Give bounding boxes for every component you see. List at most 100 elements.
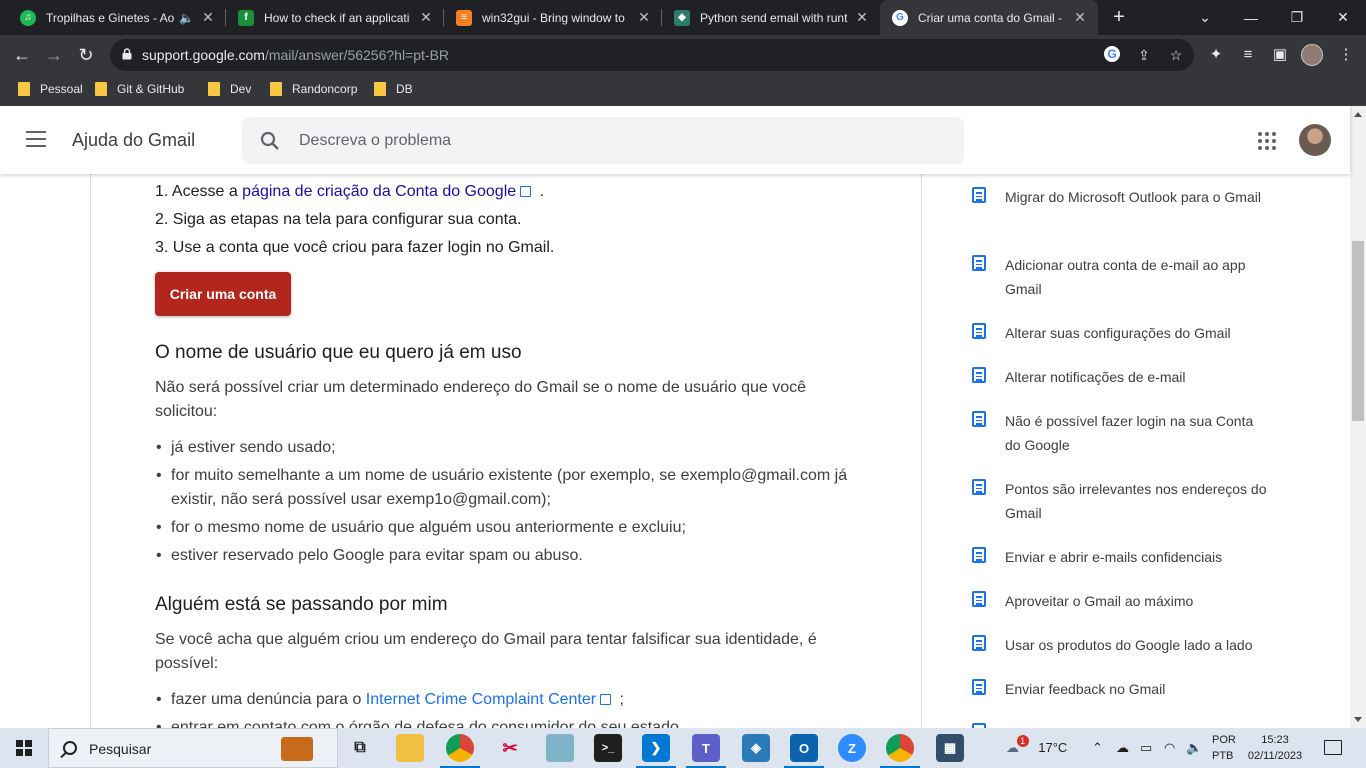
forward-icon[interactable]: →: [40, 41, 68, 69]
tab-strip: ♫ Tropilhas e Ginetes - Ao 🔈 ✕ f How to …: [0, 0, 1366, 35]
notification-center-icon[interactable]: [1324, 740, 1342, 755]
close-window-icon[interactable]: ✕: [1320, 0, 1366, 35]
chrome-icon[interactable]: [440, 734, 480, 768]
media-controls-icon[interactable]: ≡: [1238, 45, 1258, 65]
document-icon: [972, 479, 986, 495]
close-tab-icon[interactable]: ✕: [200, 9, 216, 26]
volume-icon[interactable]: 🔈: [1186, 740, 1202, 756]
bookmark-folder[interactable]: Randoncorp: [270, 82, 357, 96]
folder-icon: [18, 82, 30, 96]
folder-icon: [208, 82, 220, 96]
minimize-icon[interactable]: —: [1228, 0, 1274, 35]
system-clock[interactable]: 15:23 02/11/2023: [1240, 732, 1310, 764]
help-search-input[interactable]: Descreva o problema: [242, 117, 964, 164]
notepad-icon[interactable]: [546, 734, 574, 762]
related-articles-sidebar: Migrar do Microsoft Outlook para o Gmail…: [922, 174, 1350, 728]
bookmark-folder[interactable]: Pessoal: [18, 82, 83, 96]
account-avatar[interactable]: [1299, 124, 1331, 156]
google-apps-icon[interactable]: [1258, 132, 1276, 150]
outlook-icon[interactable]: O: [784, 734, 824, 768]
extensions-icon[interactable]: ✦: [1206, 45, 1226, 65]
page-scrollbar[interactable]: [1350, 106, 1366, 728]
external-link-icon: [600, 694, 612, 705]
section-heading: Alguém está se passando por mim: [155, 594, 448, 615]
vscode-icon[interactable]: ❯: [636, 734, 676, 768]
create-account-page-link[interactable]: página de criação da Conta do Google: [242, 183, 516, 200]
section-paragraph: Se você acha que alguém criou um endereç…: [155, 631, 817, 672]
section-paragraph: Não será possível criar um determinado e…: [155, 379, 807, 420]
reload-icon[interactable]: ↻: [72, 41, 100, 69]
bullet-list: já estiver sendo usado; for muito semelh…: [155, 436, 855, 572]
terminal-icon[interactable]: >_: [594, 734, 622, 762]
tab-title: win32gui - Bring window to: [482, 10, 625, 25]
search-placeholder: Descreva o problema: [299, 132, 452, 149]
show-hidden-icons-icon[interactable]: ⌃: [1092, 740, 1103, 756]
back-icon[interactable]: ←: [8, 41, 36, 69]
weather-widget[interactable]: ☁ 1 17°C: [1006, 735, 1067, 756]
step-2: 2. Siga as etapas na tela para configura…: [155, 211, 522, 228]
lock-icon: [122, 48, 132, 60]
tab-stackoverflow[interactable]: ≡ win32gui - Bring window to ✕: [444, 0, 662, 35]
stackoverflow-icon: ≡: [456, 9, 472, 26]
create-account-button[interactable]: Criar uma conta: [155, 272, 291, 316]
language-indicator[interactable]: POR PTB: [1212, 732, 1236, 764]
close-tab-icon[interactable]: ✕: [854, 9, 870, 26]
tab-python-email[interactable]: ◆ Python send email with runt ✕: [662, 0, 880, 35]
tab-gmail-help[interactable]: G Criar uma conta do Gmail - ✕: [880, 0, 1098, 35]
share-icon[interactable]: ⇪: [1134, 45, 1154, 65]
document-icon: [972, 547, 986, 563]
tab-stackexchange[interactable]: f How to check if an applicati ✕: [226, 0, 444, 35]
bookmark-folder[interactable]: Git & GitHub: [95, 82, 184, 96]
address-bar[interactable]: support.google.com/mail/answer/56256?hl=…: [110, 39, 1194, 71]
snipping-tool-icon[interactable]: ✂: [496, 734, 524, 762]
speaker-icon[interactable]: 🔈: [179, 11, 194, 25]
restore-icon[interactable]: ❐: [1274, 0, 1320, 35]
wifi-icon[interactable]: ◠: [1164, 740, 1175, 756]
bookmark-folder[interactable]: Dev: [208, 82, 251, 96]
list-item: entrar em contato com o órgão de defesa …: [155, 716, 855, 728]
document-icon: [972, 187, 986, 203]
close-tab-icon[interactable]: ✕: [636, 9, 652, 26]
scroll-up-icon[interactable]: [1354, 112, 1362, 117]
folder-icon: [270, 82, 282, 96]
steps-list: 1. Acesse a página de criação da Conta d…: [155, 183, 554, 267]
task-view-icon[interactable]: ⧉: [346, 734, 374, 762]
step-3: 3. Use a conta que você criou para fazer…: [155, 239, 555, 256]
tab-search-icon[interactable]: ⌄: [1182, 0, 1228, 35]
site-favicon-icon: f: [238, 9, 254, 26]
document-icon: [972, 411, 986, 427]
security-shield-icon[interactable]: ◈: [742, 734, 770, 762]
site-favicon-icon: ◆: [674, 9, 690, 26]
section-heading: O nome de usuário que eu quero já em uso: [155, 342, 522, 363]
onedrive-icon[interactable]: ☁: [1116, 740, 1129, 756]
close-tab-icon[interactable]: ✕: [1072, 9, 1088, 26]
google-lens-icon[interactable]: G: [1102, 45, 1122, 65]
windows-start-icon[interactable]: [16, 740, 32, 756]
scrollbar-thumb[interactable]: [1352, 241, 1364, 421]
side-panel-icon[interactable]: ▣: [1270, 45, 1290, 65]
battery-icon[interactable]: ▭: [1140, 740, 1152, 756]
tab-spotify[interactable]: ♫ Tropilhas e Ginetes - Ao 🔈 ✕: [8, 0, 226, 35]
zoom-icon[interactable]: Z: [838, 734, 866, 762]
tab-title: How to check if an applicati: [264, 10, 410, 25]
scroll-down-icon[interactable]: [1354, 717, 1362, 722]
teams-icon[interactable]: T: [686, 734, 726, 768]
hamburger-menu-icon[interactable]: [26, 131, 46, 147]
help-header: Ajuda do Gmail Descreva o problema: [0, 106, 1350, 174]
taskbar-search-box[interactable]: Pesquisar: [48, 728, 338, 768]
chrome-profile-icon[interactable]: [880, 734, 920, 768]
profile-avatar[interactable]: [1301, 44, 1323, 66]
file-explorer-icon[interactable]: [396, 734, 424, 762]
search-highlight-icon: [281, 737, 313, 761]
close-tab-icon[interactable]: ✕: [418, 9, 434, 26]
remote-desktop-icon[interactable]: ▦: [936, 734, 964, 762]
bookmark-folder[interactable]: DB: [374, 82, 413, 96]
document-icon: [972, 255, 986, 271]
ic3-link[interactable]: Internet Crime Complaint Center: [366, 691, 596, 708]
bookmark-star-icon[interactable]: ☆: [1166, 45, 1186, 65]
menu-kebab-icon[interactable]: ⋮: [1336, 45, 1356, 65]
help-center-title[interactable]: Ajuda do Gmail: [72, 130, 195, 151]
search-icon: [260, 131, 279, 150]
url-text: support.google.com/mail/answer/56256?hl=…: [142, 47, 450, 63]
new-tab-button[interactable]: +: [1108, 6, 1130, 28]
